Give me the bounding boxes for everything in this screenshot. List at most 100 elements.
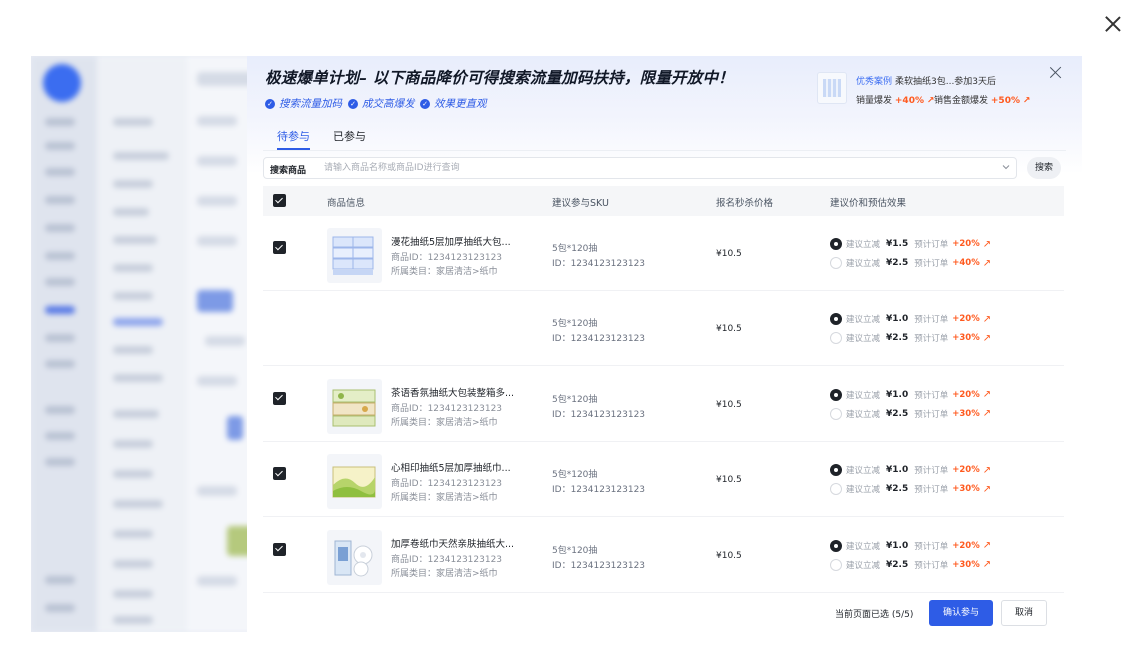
search-input[interactable] (324, 160, 984, 176)
perk-label: 成交高爆发 (362, 98, 415, 110)
perk-visible-effect: ✓ 效果更直观 (420, 96, 487, 111)
price-option-radio[interactable] (830, 238, 842, 250)
discount-amount: ¥2.5 (886, 408, 909, 419)
price-option-radio[interactable] (830, 388, 842, 401)
background-menu-item (113, 470, 153, 478)
background-menu (97, 56, 187, 632)
product-row: 漫花抽纸5层加厚抽纸大包... 商品ID：1234123123123 所属类目：家居… (263, 216, 1064, 291)
forecast-label: 预计订单 (914, 560, 949, 571)
forecast-label: 预计订单 (914, 466, 949, 477)
price-option[interactable]: 建议立减 ¥2.5 预计订单 +30% ↗ (830, 482, 991, 496)
price-option[interactable]: 建议立减 ¥1.0 预计订单 +20% ↗ (830, 463, 991, 477)
product-name[interactable]: 加厚卷纸巾天然亲肤抽纸大... (391, 536, 514, 550)
price-option-radio[interactable] (830, 483, 842, 496)
price-option[interactable]: 建议立减 ¥2.5 预计订单 +40% ↗ (830, 256, 991, 270)
metric-value: +50% (990, 96, 1020, 106)
product-row: 5包*120抽 ID：1234123123123 ¥10.5 建议立减 ¥1.0 预计订单… (263, 291, 1064, 367)
sku-id: ID：1234123123123 (552, 409, 646, 420)
price-option[interactable]: 建议立减 ¥2.5 预计订单 +30% ↗ (830, 558, 991, 572)
price-option[interactable]: 建议立减 ¥1.0 预计订单 +20% ↗ (830, 312, 991, 326)
success-case-card[interactable]: 优秀案例 柔软抽纸3包...参加3天后 销量爆发 +40% ↗ 销售金额爆发 +… (813, 68, 1033, 116)
forecast-increase: +30% (952, 333, 980, 344)
discount-amount: ¥1.0 (886, 540, 909, 551)
sku-id: ID：1234123123123 (552, 560, 646, 571)
sku-spec: 5包*120抽 (552, 470, 598, 481)
trend-up-icon: ↗ (982, 559, 992, 571)
price-option-radio[interactable] (830, 332, 842, 345)
forecast-increase: +20% (952, 540, 980, 551)
sku-spec: 5包*120抽 (552, 394, 598, 405)
background-rail-item (45, 334, 75, 342)
price-option-radio[interactable] (830, 558, 842, 571)
background-block (205, 336, 245, 346)
modal-close-icon[interactable] (1048, 65, 1064, 81)
price-option[interactable]: 建议立减 ¥1.0 预计订单 +20% ↗ (830, 539, 991, 553)
background-rail-item (45, 406, 75, 414)
price-option[interactable]: 建议立减 ¥1.5 预计订单 +20% ↗ (830, 237, 991, 251)
option-label: 建议立减 (846, 240, 881, 250)
select-all-checkbox[interactable] (273, 194, 286, 207)
confirm-button[interactable]: 确认参与 (929, 600, 993, 626)
option-label: 建议立减 (846, 541, 881, 552)
boost-plan-modal: 极速爆单计划– 以下商品降价可得搜索流量加码扶持，限量开放中！ ✓ 搜索流量加码 … (247, 56, 1082, 632)
column-header-product: 商品信息 (327, 198, 366, 209)
discount-amount: ¥1.5 (886, 239, 909, 249)
price-option[interactable]: 建议立减 ¥2.5 预计订单 +30% ↗ (830, 407, 991, 421)
price-option-radio[interactable] (830, 257, 842, 269)
sku-id: ID：1234123123123 (552, 259, 646, 269)
trend-up-icon: ↗ (982, 540, 992, 552)
background-menu-item (113, 118, 153, 126)
discount-amount: ¥2.5 (886, 258, 909, 268)
price-option-radio[interactable] (830, 407, 842, 420)
perk-label: 效果更直观 (434, 98, 487, 110)
row-checkbox[interactable] (273, 241, 286, 254)
chevron-down-icon[interactable] (1002, 163, 1010, 171)
price-option-radio[interactable] (830, 539, 842, 552)
product-category: 所属类目：家居清洁>纸巾 (391, 568, 498, 579)
product-id: 商品ID：1234123123123 (391, 554, 503, 565)
background-block (197, 236, 237, 246)
background-block (197, 376, 237, 386)
price-option-radio[interactable] (830, 313, 842, 326)
product-row: 茶语香氛抽纸大包装整箱多... 商品ID：1234123123123 所属类目：家居… (263, 367, 1064, 442)
row-checkbox[interactable] (273, 542, 286, 556)
background-rail-item (45, 278, 75, 286)
row-checkbox[interactable] (273, 467, 286, 481)
cancel-button[interactable]: 取消 (1001, 600, 1047, 626)
metric-value: +40% (894, 96, 924, 106)
metric-label: 销量爆发 (856, 96, 893, 106)
background-rail-item (45, 458, 75, 466)
background-menu-item (113, 560, 153, 568)
background-rail-item (45, 224, 75, 232)
background-menu-item (113, 410, 159, 418)
product-name[interactable]: 漫花抽纸5层加厚抽纸大包... (391, 234, 511, 248)
product-id: 商品ID：1234123123123 (391, 479, 503, 490)
background-block (197, 290, 233, 312)
tab-joined[interactable]: 已参与 (333, 128, 366, 150)
search-button[interactable]: 搜索 (1027, 157, 1061, 179)
background-rail-item (45, 168, 75, 176)
product-name[interactable]: 心相印抽纸5层加厚抽纸巾... (391, 460, 511, 474)
check-circle-icon: ✓ (420, 98, 430, 109)
forecast-increase: +30% (952, 559, 980, 570)
background-rail (31, 56, 97, 632)
perk-high-conversion: ✓ 成交高爆发 (348, 96, 415, 111)
trend-up-icon: ↗ (982, 464, 992, 476)
background-rail-item (45, 360, 75, 368)
flash-sale-price: ¥10.5 (716, 324, 742, 335)
product-name[interactable]: 茶语香氛抽纸大包装整箱多... (391, 385, 514, 399)
case-tag[interactable]: 优秀案例 (856, 74, 892, 87)
price-option[interactable]: 建议立减 ¥2.5 预计订单 +30% ↗ (830, 331, 991, 345)
price-option-radio[interactable] (830, 464, 842, 477)
row-checkbox[interactable] (273, 391, 286, 405)
background-menu-item (113, 292, 153, 300)
check-circle-icon: ✓ (348, 98, 358, 109)
search-bar: 搜索商品 (263, 157, 1017, 179)
forecast-label: 预计订单 (914, 541, 949, 552)
outer-close-icon[interactable] (1101, 12, 1125, 36)
price-option[interactable]: 建议立减 ¥1.0 预计订单 +20% ↗ (830, 388, 991, 402)
discount-amount: ¥1.0 (886, 389, 909, 400)
tab-pending[interactable]: 待参与 (277, 128, 310, 150)
background-menu-item (113, 374, 163, 382)
product-category: 所属类目：家居清洁>纸巾 (391, 267, 498, 277)
